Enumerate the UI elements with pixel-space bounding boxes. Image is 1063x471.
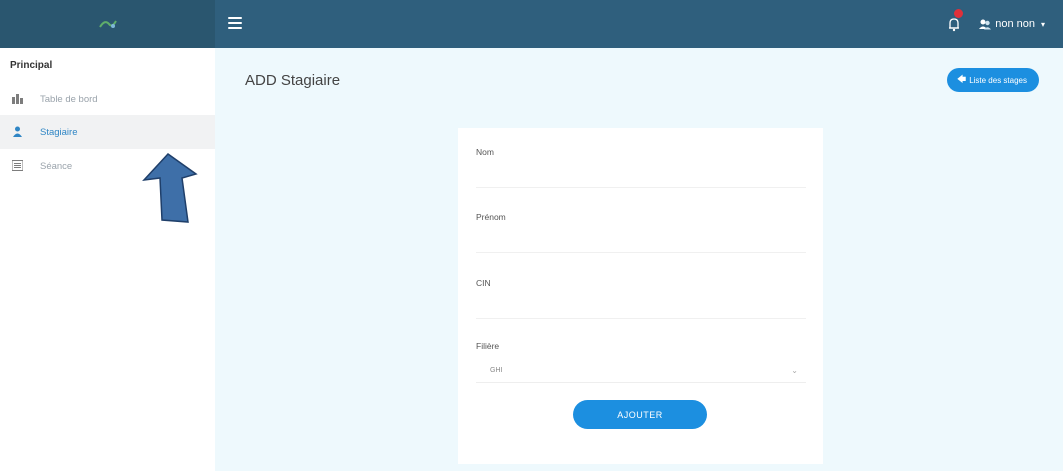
logo-icon — [98, 20, 117, 28]
arrow-up-icon — [142, 153, 198, 223]
user-menu[interactable]: non non ▾ — [979, 18, 1045, 30]
liste-des-stages-button[interactable]: 🡄 Liste des stages — [946, 68, 1039, 92]
sidebar-heading: Principal — [10, 60, 53, 71]
sidebar-item-label: Stagiaire — [40, 126, 78, 138]
sidebar-item-label: Séance — [40, 160, 73, 172]
list-icon — [12, 160, 23, 171]
nom-field[interactable] — [476, 164, 806, 188]
user-group-icon — [979, 19, 992, 30]
user-icon — [13, 126, 22, 137]
add-stagiaire-form: Nom Prénom CIN Filière GHI ⌄ AJOUTER — [458, 128, 823, 464]
sidebar-item-label: Table de bord — [40, 93, 98, 105]
nom-label: Nom — [476, 147, 494, 157]
sidebar-item-table-de-bord[interactable]: Table de bord — [0, 82, 215, 116]
filiere-label: Filière — [476, 341, 500, 351]
brand-area[interactable] — [0, 0, 215, 48]
chevron-down-icon: ⌄ — [791, 366, 798, 375]
menu-toggle-icon[interactable] — [228, 17, 242, 29]
notification-bell[interactable] — [945, 8, 965, 33]
prenom-label: Prénom — [476, 212, 506, 222]
user-name: non non — [995, 18, 1035, 30]
sidebar-item-stagiaire[interactable]: Stagiaire — [0, 115, 215, 149]
liste-des-stages-label: Liste des stages — [969, 75, 1027, 85]
topbar-right: non non ▾ — [945, 0, 1045, 48]
dashboard-icon — [12, 94, 23, 104]
arrow-left-icon: 🡄 — [956, 74, 967, 84]
prenom-field[interactable] — [476, 229, 806, 253]
ajouter-button[interactable]: AJOUTER — [573, 400, 707, 429]
page-title: ADD Stagiaire — [245, 72, 341, 89]
main-content: ADD Stagiaire 🡄 Liste des stages Nom Pré… — [215, 48, 1063, 471]
filiere-selected-value: GHI — [490, 367, 503, 374]
cin-field[interactable] — [476, 295, 806, 319]
cin-label: CIN — [476, 278, 491, 288]
sidebar: Principal Table de bord Stagiaire Séance — [0, 48, 215, 471]
filiere-select[interactable]: GHI ⌄ — [476, 359, 806, 383]
topbar: non non ▾ — [0, 0, 1063, 48]
chevron-down-icon: ▾ — [1040, 19, 1045, 29]
app: non non ▾ Principal Table de bord Stagia… — [0, 0, 1063, 471]
